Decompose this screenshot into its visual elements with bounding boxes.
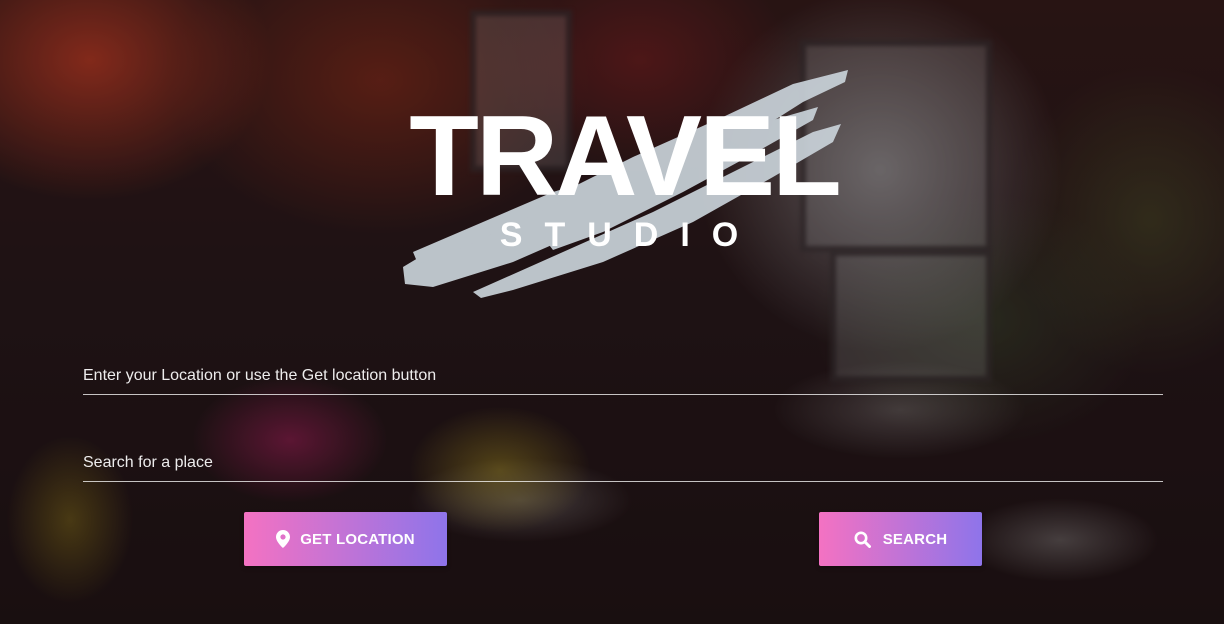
location-field bbox=[83, 360, 1163, 395]
search-button-label: SEARCH bbox=[882, 530, 948, 548]
get-location-button-label: GET LOCATION bbox=[300, 530, 415, 548]
logo-title: TRAVEL bbox=[409, 93, 842, 220]
page: TRAVEL STUDIO GET LOCATION SEARCH bbox=[0, 0, 1224, 624]
location-input[interactable] bbox=[83, 360, 1163, 392]
search-icon bbox=[854, 531, 871, 548]
place-search-input[interactable] bbox=[83, 447, 1163, 479]
logo: TRAVEL STUDIO bbox=[393, 62, 855, 302]
logo-subtitle: STUDIO bbox=[499, 216, 761, 254]
search-field bbox=[83, 447, 1163, 482]
search-button[interactable]: SEARCH bbox=[819, 512, 982, 566]
get-location-button[interactable]: GET LOCATION bbox=[244, 512, 447, 566]
map-pin-icon bbox=[276, 530, 291, 548]
